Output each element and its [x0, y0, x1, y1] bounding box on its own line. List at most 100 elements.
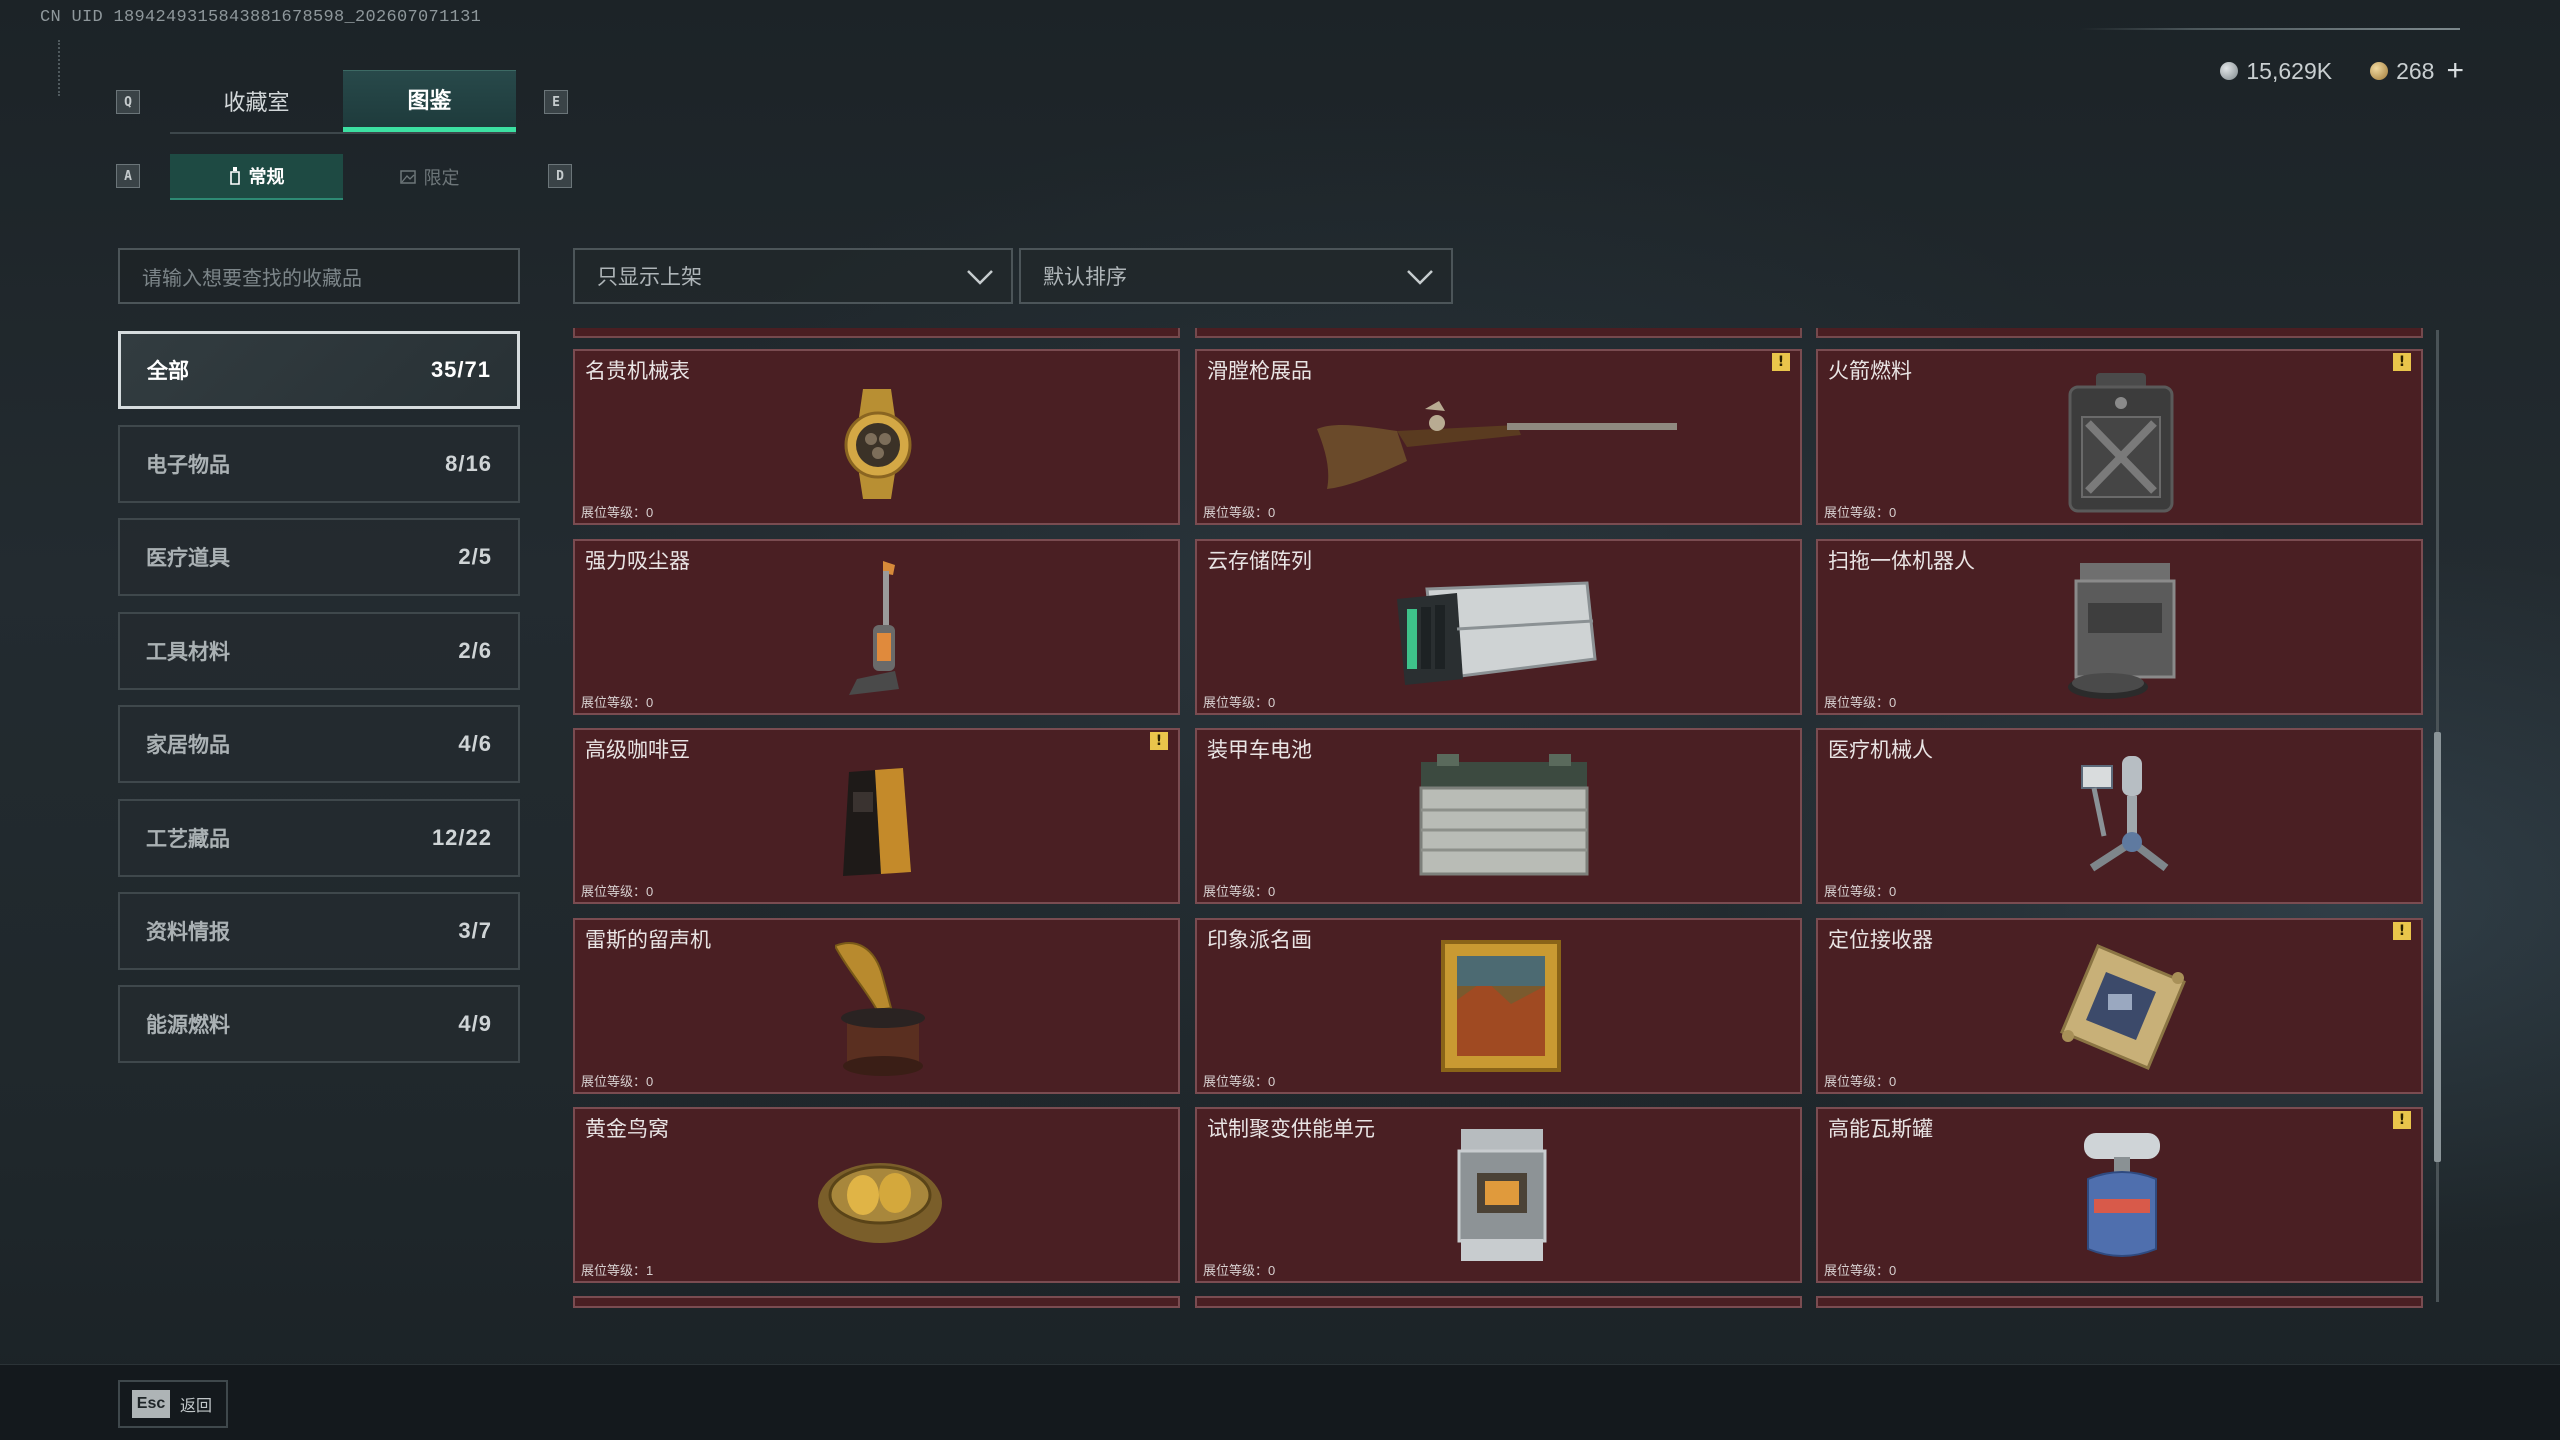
item-card-partial[interactable] [573, 1296, 1180, 1308]
tab-collection-room[interactable]: 收藏室 [170, 70, 343, 132]
category-crafts[interactable]: 工艺藏品 12/22 [118, 799, 520, 877]
display-filter-dropdown[interactable]: 只显示上架 [573, 248, 1013, 304]
item-card-partial[interactable] [1195, 1296, 1802, 1308]
item-card[interactable]: 黄金鸟窝 展位等级：1 [573, 1107, 1180, 1283]
item-card[interactable]: 扫拖一体机器人 展位等级：0 [1816, 539, 2423, 715]
chevron-down-icon [967, 270, 993, 285]
category-count: 8/16 [445, 451, 492, 476]
category-count: 35/71 [430, 357, 491, 382]
bottle-icon [229, 167, 240, 185]
item-name: 滑膛枪展品 [1207, 360, 1312, 383]
fusion-unit-icon [1457, 1129, 1547, 1261]
back-label: 返回 [180, 1398, 213, 1415]
gps-receiver-icon [2060, 944, 2186, 1070]
item-card[interactable]: 云存储阵列 展位等级：0 [1195, 539, 1802, 715]
search-input[interactable]: 请输入想要查找的收藏品 [118, 248, 520, 304]
silver-value: 15,629K [2246, 57, 2333, 84]
luxury-watch-icon [844, 389, 912, 499]
item-name: 雷斯的留声机 [585, 929, 711, 952]
hotkey-d[interactable]: D [548, 164, 572, 188]
category-count: 3/7 [458, 918, 492, 943]
item-card-partial[interactable] [1816, 1296, 2423, 1308]
image-icon [399, 170, 416, 184]
musket-icon [1317, 401, 1677, 489]
item-level: 展位等级：1 [581, 1263, 654, 1278]
item-name: 高级咖啡豆 [585, 739, 690, 762]
item-card[interactable]: 高能瓦斯罐 ! 展位等级：0 [1816, 1107, 2423, 1283]
category-electronics[interactable]: 电子物品 8/16 [118, 425, 520, 503]
item-name: 医疗机械人 [1828, 739, 1933, 762]
silver-coin-icon [2220, 62, 2239, 80]
item-name: 印象派名画 [1207, 929, 1312, 952]
sub-tabs: 常规 限定 [170, 154, 516, 200]
item-level: 展位等级：0 [581, 695, 654, 710]
warning-icon: ! [1772, 353, 1790, 371]
item-name: 扫拖一体机器人 [1828, 550, 1975, 573]
item-level: 展位等级：0 [581, 505, 654, 520]
item-card[interactable]: 印象派名画 展位等级：0 [1195, 918, 1802, 1094]
main-tabs: 收藏室 图鉴 [170, 70, 516, 134]
item-level: 展位等级：0 [1824, 505, 1897, 520]
item-card[interactable]: 火箭燃料 ! 展位等级：0 [1816, 349, 2423, 525]
subtab-regular-label: 常规 [248, 167, 285, 187]
item-name: 名贵机械表 [585, 360, 690, 383]
storage-array-icon [1397, 581, 1597, 685]
chevron-down-icon [1407, 270, 1433, 285]
category-energy[interactable]: 能源燃料 4/9 [118, 985, 520, 1063]
category-label: 资料情报 [146, 921, 230, 944]
item-card[interactable]: 滑膛枪展品 ! 展位等级：0 [1195, 349, 1802, 525]
item-level: 展位等级：0 [1824, 695, 1897, 710]
add-currency-button[interactable]: + [2446, 54, 2464, 88]
hotkey-e[interactable]: E [544, 90, 568, 114]
item-card[interactable]: 名贵机械表 展位等级：0 [573, 349, 1180, 525]
item-name: 强力吸尘器 [585, 550, 690, 573]
item-level: 展位等级：0 [581, 1074, 654, 1089]
category-count: 2/6 [458, 638, 492, 663]
item-level: 展位等级：0 [1824, 884, 1897, 899]
item-card[interactable]: 定位接收器 ! 展位等级：0 [1816, 918, 2423, 1094]
category-count: 2/5 [458, 544, 492, 569]
hotkey-q[interactable]: Q [116, 90, 140, 114]
item-level: 展位等级：0 [1203, 1074, 1276, 1089]
currency-bar: 15,629K 268 + [2220, 50, 2464, 92]
gold-coin-icon [2370, 62, 2389, 80]
item-card[interactable]: 医疗机械人 展位等级：0 [1816, 728, 2423, 904]
hotkey-a[interactable]: A [116, 164, 140, 188]
item-name: 火箭燃料 [1828, 360, 1912, 383]
item-name: 定位接收器 [1828, 929, 1933, 952]
warning-icon: ! [2393, 353, 2411, 371]
item-name: 黄金鸟窝 [585, 1118, 669, 1141]
gold-currency: 268 + [2370, 54, 2464, 88]
category-intel[interactable]: 资料情报 3/7 [118, 892, 520, 970]
subtab-regular[interactable]: 常规 [170, 154, 343, 200]
item-card[interactable]: 强力吸尘器 展位等级：0 [573, 539, 1180, 715]
card-partial-top [1195, 328, 1802, 338]
back-button[interactable]: Esc 返回 [118, 1380, 228, 1428]
card-partial-top [1816, 328, 2423, 338]
category-all[interactable]: 全部 35/71 [118, 331, 520, 409]
category-label: 全部 [147, 360, 189, 383]
sort-dropdown[interactable]: 默认排序 [1019, 248, 1453, 304]
item-card[interactable]: 装甲车电池 展位等级：0 [1195, 728, 1802, 904]
display-filter-value: 只显示上架 [597, 266, 702, 289]
item-card[interactable]: 高级咖啡豆 ! 展位等级：0 [573, 728, 1180, 904]
gold-value: 268 [2396, 57, 2435, 84]
item-card[interactable]: 试制聚变供能单元 展位等级：0 [1195, 1107, 1802, 1283]
item-level: 展位等级：0 [1824, 1074, 1897, 1089]
category-label: 家居物品 [146, 734, 230, 757]
scrollbar-thumb[interactable] [2434, 732, 2441, 1162]
subtab-limited[interactable]: 限定 [343, 154, 516, 200]
item-level: 展位等级：0 [1203, 1263, 1276, 1278]
corner-decor [58, 40, 64, 96]
category-tools[interactable]: 工具材料 2/6 [118, 612, 520, 690]
vacuum-cleaner-icon [849, 561, 899, 695]
item-level: 展位等级：0 [1824, 1263, 1897, 1278]
vehicle-battery-icon [1419, 754, 1589, 876]
item-card[interactable]: 雷斯的留声机 展位等级：0 [573, 918, 1180, 1094]
item-level: 展位等级：0 [1203, 884, 1276, 899]
item-name: 云存储阵列 [1207, 550, 1312, 573]
category-household[interactable]: 家居物品 4/6 [118, 705, 520, 783]
tab-codex[interactable]: 图鉴 [343, 70, 516, 132]
category-medical[interactable]: 医疗道具 2/5 [118, 518, 520, 596]
medical-robot-icon [2081, 756, 2169, 872]
